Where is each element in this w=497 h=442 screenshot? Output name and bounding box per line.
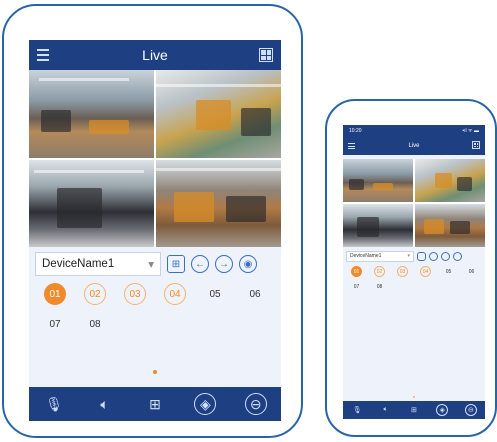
ptz-icon[interactable]: ◈ (194, 393, 217, 415)
channel-01[interactable]: 01 (35, 283, 75, 305)
camera-view-1[interactable] (29, 70, 154, 158)
channel-grid-icon[interactable]: ⊞ (167, 255, 185, 273)
device-selector[interactable]: DeviceName1 ▾ (35, 252, 161, 276)
channel-03[interactable]: 03 (115, 283, 155, 305)
previous-icon[interactable] (429, 251, 438, 261)
menu-icon[interactable] (37, 49, 49, 61)
camera-view-3[interactable] (29, 159, 154, 247)
bottom-toolbar: 🎙︎ 🔈︎ ⊞ ◈ ⊖ (29, 387, 281, 421)
ptz-icon[interactable]: ◈ (436, 404, 449, 416)
channel-07[interactable]: 07 (345, 281, 368, 292)
device-bar: DeviceName1 ▾ ⊞ ← → ◉ (29, 247, 281, 281)
device-name: DeviceName1 (42, 258, 115, 270)
bottom-toolbar: 🎙︎ 🔈︎ ⊞ ◈ ⊖ (343, 401, 485, 419)
channel-01[interactable]: 01 (345, 266, 368, 277)
status-indicators: •ıl ᯤ ▬ (462, 128, 479, 134)
next-icon[interactable]: → (215, 255, 233, 273)
header-bar: 10:20 •ıl ᯤ ▬ Live (343, 125, 485, 155)
page-title: Live (408, 143, 420, 149)
speaker-icon[interactable]: 🔈︎ (380, 404, 392, 416)
channel-05[interactable]: 05 (195, 283, 235, 305)
chevron-down-icon: ▾ (407, 253, 410, 259)
menu-icon[interactable] (348, 143, 355, 149)
next-icon[interactable] (441, 251, 450, 261)
camera-view-4[interactable] (156, 159, 281, 247)
channel-06[interactable]: 06 (235, 283, 275, 305)
camera-view-2[interactable] (156, 70, 281, 158)
speaker-icon[interactable]: 🔈︎ (94, 393, 116, 415)
channel-list: 01 02 03 04 05 06 07 08 (343, 266, 485, 292)
phone-screen: 10:20 •ıl ᯤ ▬ Live DeviceName1 ▾ 01 02 0… (343, 125, 485, 419)
header-bar: Live (29, 40, 281, 70)
camera-grid (29, 70, 281, 247)
split-screen-icon[interactable]: ⊞ (408, 404, 420, 416)
channel-04[interactable]: 04 (155, 283, 195, 305)
grid-layout-icon[interactable] (472, 141, 480, 149)
status-bar: 10:20 •ıl ᯤ ▬ (349, 128, 479, 134)
stop-icon[interactable]: ⊖ (464, 404, 477, 416)
channel-grid-icon[interactable] (417, 251, 426, 261)
snapshot-icon[interactable] (453, 251, 462, 261)
channel-04[interactable]: 04 (414, 266, 437, 277)
microphone-icon[interactable]: 🎙︎ (351, 404, 363, 416)
camera-view-2[interactable] (415, 159, 485, 202)
microphone-icon[interactable]: 🎙︎ (43, 393, 65, 415)
camera-view-4[interactable] (415, 204, 485, 247)
channel-02[interactable]: 02 (368, 266, 391, 277)
page-indicator (413, 396, 415, 398)
channel-03[interactable]: 03 (391, 266, 414, 277)
channel-02[interactable]: 02 (75, 283, 115, 305)
stop-icon[interactable]: ⊖ (244, 393, 267, 415)
channel-list: 01 02 03 04 05 06 07 08 (29, 283, 281, 335)
page-title: Live (142, 47, 168, 63)
snapshot-icon[interactable]: ◉ (239, 255, 257, 273)
device-bar: DeviceName1 ▾ (343, 248, 485, 264)
device-name: DeviceName1 (350, 253, 382, 259)
channel-07[interactable]: 07 (35, 313, 75, 335)
previous-icon[interactable]: ← (191, 255, 209, 273)
grid-layout-icon[interactable] (259, 48, 273, 62)
camera-view-3[interactable] (343, 204, 413, 247)
chevron-down-icon: ▾ (148, 259, 154, 271)
page-indicator (153, 370, 157, 374)
camera-view-1[interactable] (343, 159, 413, 202)
camera-grid (343, 159, 485, 247)
device-selector[interactable]: DeviceName1 ▾ (346, 250, 414, 262)
channel-08[interactable]: 08 (75, 313, 115, 335)
tablet-screen: Live DeviceName1 ▾ ⊞ ← → ◉ 01 02 03 04 0… (29, 40, 281, 421)
channel-08[interactable]: 08 (368, 281, 391, 292)
channel-06[interactable]: 06 (460, 266, 483, 277)
status-time: 10:20 (349, 128, 362, 134)
split-screen-icon[interactable]: ⊞ (144, 393, 166, 415)
channel-05[interactable]: 05 (437, 266, 460, 277)
